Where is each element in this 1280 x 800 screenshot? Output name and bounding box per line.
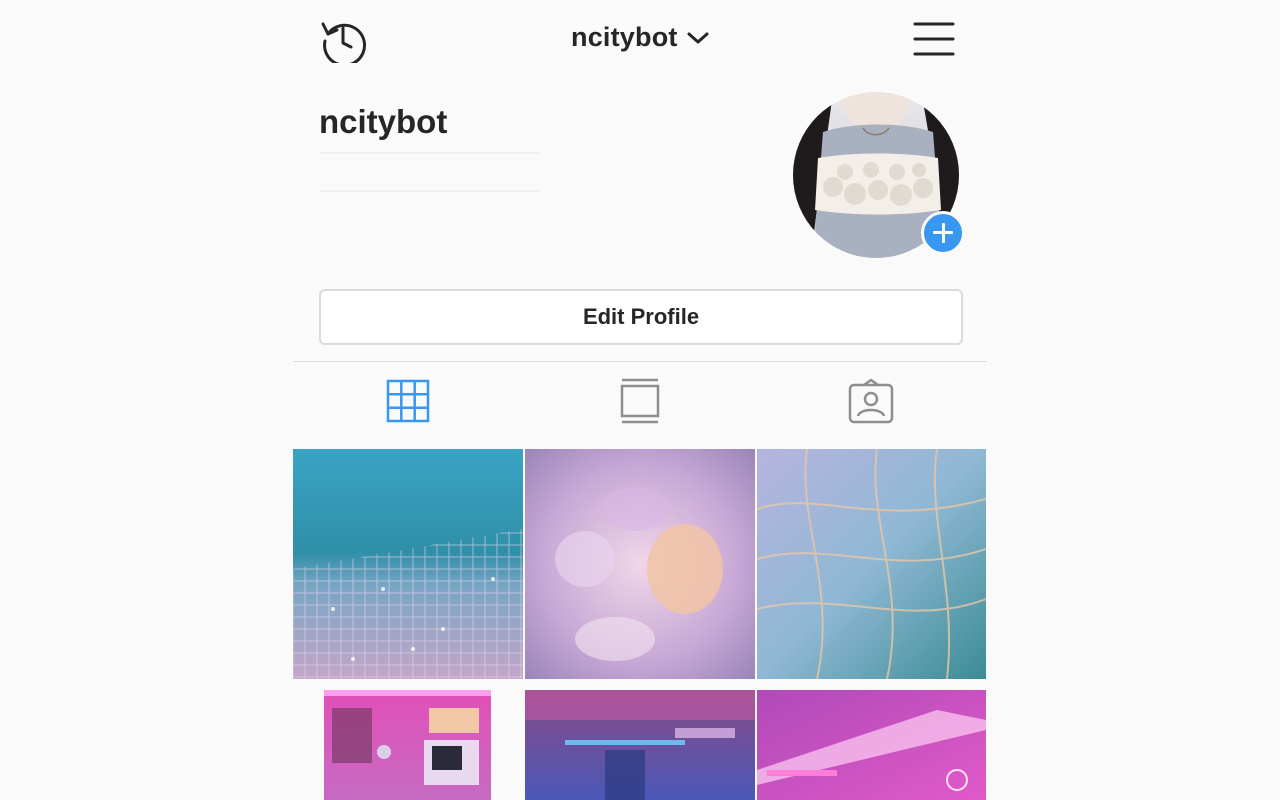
add-story-button[interactable] [921,211,965,255]
grid-icon [386,379,430,423]
bio-placeholder-line [319,190,539,192]
post-thumbnail[interactable] [757,449,986,679]
post-thumbnail[interactable] [525,449,755,679]
post-thumbnail[interactable] [324,690,491,800]
history-icon[interactable] [320,17,368,67]
profile-name: ncitybot [319,103,448,140]
post-thumbnail[interactable] [757,690,986,800]
tab-feed[interactable] [617,378,663,424]
feed-icon [620,378,660,424]
header-username: ncitybot [571,22,678,52]
post-thumbnail[interactable] [293,449,523,679]
tab-tagged[interactable] [848,378,894,424]
account-switcher[interactable]: ncitybot [571,22,710,53]
tab-grid[interactable] [386,378,432,424]
tagged-icon [848,378,894,424]
hamburger-menu-icon[interactable] [913,22,955,58]
tab-divider [293,361,987,362]
edit-profile-button[interactable]: Edit Profile [319,289,963,345]
bio-placeholder-line [319,152,539,154]
chevron-down-icon [686,31,710,45]
post-thumbnail[interactable] [525,690,755,800]
